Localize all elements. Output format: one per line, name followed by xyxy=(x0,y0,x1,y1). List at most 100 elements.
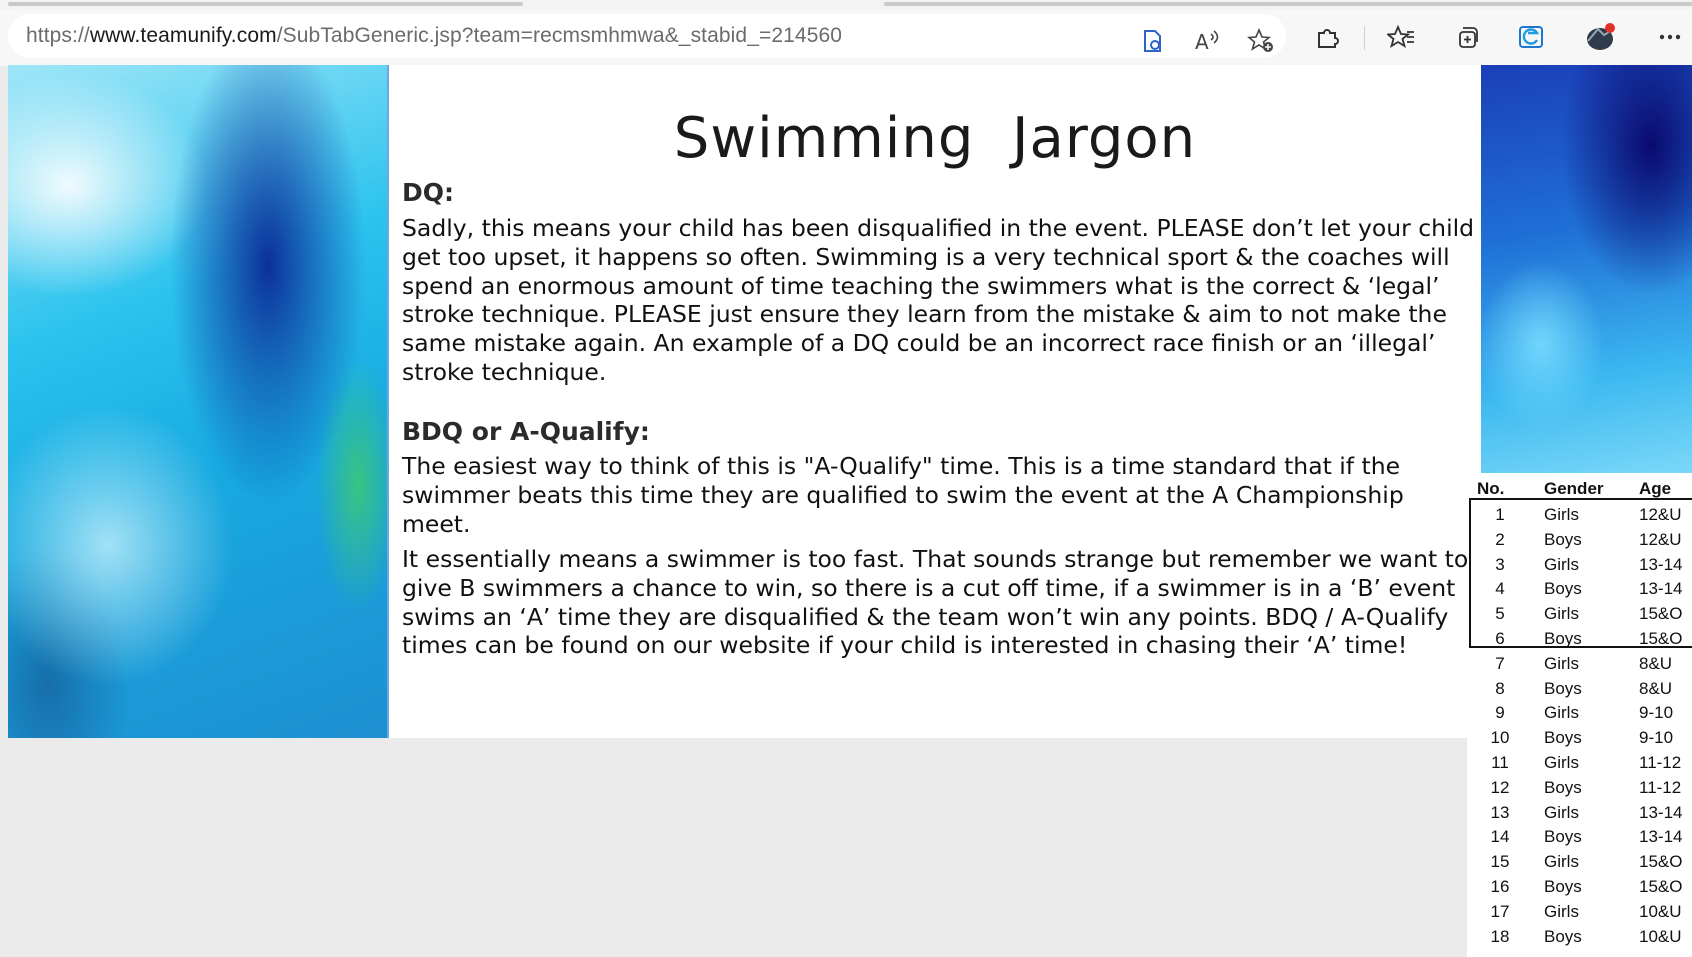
table-row: 3 Girls 13-14 xyxy=(1467,555,1692,580)
url-host: www.teamunify.com xyxy=(89,24,277,47)
table-row: 11 Girls 11-12 xyxy=(1467,753,1692,778)
table-row: 6 Boys 15&O xyxy=(1467,629,1692,654)
row-number: 10 xyxy=(1490,728,1510,748)
row-gender: Boys xyxy=(1544,529,1582,549)
row-age: 11-12 xyxy=(1639,753,1682,772)
table-row: 18 Boys 10&U xyxy=(1467,927,1692,952)
extensions-icon[interactable] xyxy=(1310,20,1344,54)
table-row: 17 Girls 10&U xyxy=(1467,902,1692,927)
row-number: 7 xyxy=(1495,653,1505,673)
row-number: 17 xyxy=(1490,901,1510,921)
row-gender: Girls xyxy=(1544,554,1579,574)
section-paragraph: Sadly, this means your child has been di… xyxy=(402,214,1475,386)
table-row: 14 Boys 13-14 xyxy=(1467,827,1692,852)
row-gender: Girls xyxy=(1544,901,1579,921)
row-age: 13-14 xyxy=(1639,827,1683,847)
row-number: 14 xyxy=(1490,827,1510,847)
row-gender: Boys xyxy=(1544,678,1582,698)
column-header-age: Age xyxy=(1639,479,1672,498)
row-gender: Girls xyxy=(1544,703,1579,723)
row-age: 13-14 xyxy=(1639,579,1683,599)
table-row: 2 Boys 12&U xyxy=(1467,530,1692,555)
row-number: 16 xyxy=(1490,877,1510,896)
collections-icon[interactable] xyxy=(1450,20,1484,54)
age-group-table: No. Gender Age 1 Girls 12&U 2 Boys 12&U 3 Girls… xyxy=(1467,473,1692,957)
column-header-no: No. xyxy=(1477,479,1505,498)
row-age: 15&O xyxy=(1639,852,1683,872)
swimmer-photo xyxy=(8,65,388,738)
content-panel: Swimming Jargon DQ: Sadly, this means yo… xyxy=(389,65,1481,738)
table-row: 13 Girls 13-14 xyxy=(1467,803,1692,828)
svg-text:A: A xyxy=(1195,30,1209,54)
row-number: 13 xyxy=(1490,802,1510,822)
row-number: 9 xyxy=(1495,703,1505,723)
row-number: 15 xyxy=(1490,852,1510,872)
more-menu-icon[interactable] xyxy=(1653,20,1687,54)
edge-bar-icon[interactable] xyxy=(1514,20,1548,54)
row-number: 8 xyxy=(1495,678,1505,698)
row-age: 13-14 xyxy=(1639,554,1683,574)
reading-view-icon[interactable] xyxy=(1135,24,1169,58)
row-age: 15&O xyxy=(1639,877,1683,896)
row-gender: Girls xyxy=(1544,753,1579,772)
tab-strip xyxy=(0,0,1692,10)
section-heading-dq: DQ: xyxy=(402,178,455,207)
section-paragraph: It essentially means a swimmer is too fa… xyxy=(402,545,1469,660)
tab-indicator xyxy=(8,2,523,6)
table-row: 15 Girls 15&O xyxy=(1467,852,1692,877)
row-gender: Girls xyxy=(1544,505,1579,524)
row-age: 8&U xyxy=(1639,678,1673,698)
toolbar-divider xyxy=(1364,26,1365,50)
row-gender: Girls xyxy=(1544,802,1579,822)
read-aloud-icon[interactable]: A xyxy=(1190,24,1224,58)
url-path: /SubTabGeneric.jsp?team=recmsmhmwa&_stab… xyxy=(276,24,843,47)
row-number: 5 xyxy=(1495,604,1505,624)
row-age: 10&U xyxy=(1639,926,1682,946)
row-age: 9-10 xyxy=(1639,728,1674,748)
row-gender: Girls xyxy=(1544,604,1579,624)
table-row: 5 Girls 15&O xyxy=(1467,604,1692,629)
row-age: 15&O xyxy=(1639,629,1683,648)
favorites-icon[interactable] xyxy=(1384,20,1418,54)
row-age: 8&U xyxy=(1639,653,1673,673)
row-number: 3 xyxy=(1495,554,1505,574)
table-row: 4 Boys 13-14 xyxy=(1467,579,1692,604)
row-age: 9-10 xyxy=(1639,703,1674,723)
row-number: 2 xyxy=(1495,529,1505,549)
row-gender: Girls xyxy=(1544,653,1579,673)
row-number: 12 xyxy=(1490,777,1510,797)
section-paragraph: The easiest way to think of this is "A-Q… xyxy=(402,452,1404,538)
pool-photo xyxy=(1481,65,1692,473)
row-number: 18 xyxy=(1490,926,1510,946)
row-age: 11-12 xyxy=(1639,777,1682,797)
page-title: Swimming Jargon xyxy=(673,106,1197,171)
table-row: 7 Girls 8&U xyxy=(1467,654,1692,679)
row-gender: Girls xyxy=(1544,852,1579,872)
section-heading-bdq: BDQ or A-Qualify: xyxy=(402,417,650,446)
row-gender: Boys xyxy=(1544,728,1582,748)
column-header-gender: Gender xyxy=(1544,479,1604,498)
row-number: 6 xyxy=(1495,629,1505,648)
tab-indicator xyxy=(884,2,1692,6)
add-favorite-icon[interactable] xyxy=(1244,24,1278,58)
row-age: 15&O xyxy=(1639,604,1683,624)
row-number: 11 xyxy=(1491,753,1509,772)
address-bar[interactable]: https://www.teamunify.com/SubTabGeneric.… xyxy=(8,14,1286,58)
row-gender: Boys xyxy=(1544,827,1582,847)
table-row: 12 Boys 11-12 xyxy=(1467,778,1692,803)
row-age: 12&U xyxy=(1639,529,1682,549)
table-row: 10 Boys 9-10 xyxy=(1467,728,1692,753)
row-age: 13-14 xyxy=(1639,802,1683,822)
row-gender: Boys xyxy=(1544,926,1582,946)
url-text[interactable]: https://www.teamunify.com/SubTabGeneric.… xyxy=(26,24,842,48)
browser-toolbar: https://www.teamunify.com/SubTabGeneric.… xyxy=(0,10,1692,66)
table-row: 1 Girls 12&U xyxy=(1467,505,1692,530)
row-gender: Boys xyxy=(1544,579,1582,599)
row-age: 12&U xyxy=(1639,505,1682,524)
table-row: 9 Girls 9-10 xyxy=(1467,703,1692,728)
profile-icon[interactable] xyxy=(1584,20,1618,54)
table-row: 16 Boys 15&O xyxy=(1467,877,1692,902)
row-gender: Boys xyxy=(1544,629,1582,648)
row-gender: Boys xyxy=(1544,777,1582,797)
row-age: 10&U xyxy=(1639,901,1682,921)
